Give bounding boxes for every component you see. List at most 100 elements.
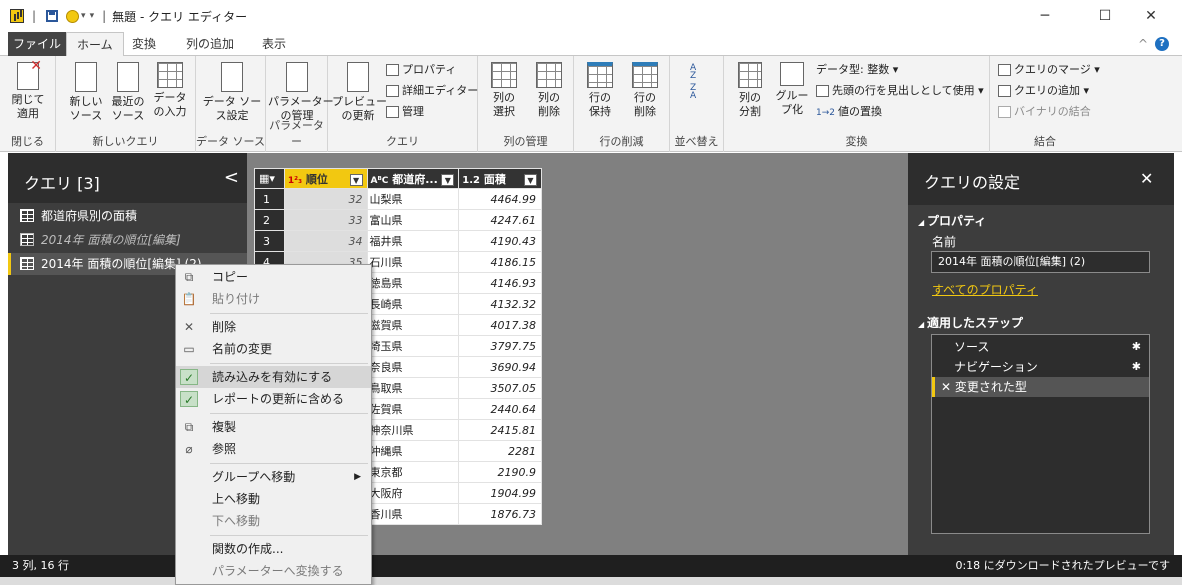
cell-area[interactable]: 4190.43 [458,230,542,252]
cell-rank[interactable]: 32 [283,188,368,210]
cell-prefecture[interactable]: 山梨県 [366,188,460,210]
step-settings-gear-icon[interactable]: ✱ [1132,337,1141,357]
menu-copy[interactable]: ⧉ コピー [176,266,371,288]
menu-create-function[interactable]: 関数の作成... [176,538,371,560]
column-header-area[interactable]: 1.2 面積 ▼ [458,168,542,189]
close-apply-button[interactable]: ✕ 閉じて 適用 [8,59,48,121]
smile-feedback-icon[interactable] [66,9,80,23]
menu-move-down[interactable]: 下へ移動 [176,510,371,532]
applied-steps-section[interactable]: ◢ 適用したステップ [918,314,1023,331]
cell-area[interactable]: 4186.15 [458,251,542,273]
choose-columns-button[interactable]: 列の 選択 [484,62,524,119]
tab-add-column[interactable]: 列の追加 [176,32,244,56]
cell-area[interactable]: 3690.94 [458,356,542,378]
column-header-rank[interactable]: 1²₃ 順位 ▼ [283,168,368,189]
cell-area[interactable]: 1876.73 [458,503,542,525]
qa-dropdown-icon[interactable]: ▾ [81,11,86,21]
tab-view[interactable]: 表示 [252,32,296,56]
cell-prefecture[interactable]: 佐賀県 [366,398,460,420]
cell-prefecture[interactable]: 香川県 [366,503,460,525]
cell-prefecture[interactable]: 神奈川県 [366,419,460,441]
new-source-button[interactable]: 新しい ソース [66,62,106,123]
properties-button[interactable]: プロパティ [386,60,456,80]
table-row[interactable]: 1 32 山梨県 4464.99 [254,188,542,210]
merge-queries-button[interactable]: クエリのマージ ▾ [998,60,1100,80]
cell-area[interactable]: 2190.9 [458,461,542,483]
cell-prefecture[interactable]: 富山県 [366,209,460,231]
menu-delete[interactable]: ✕ 削除 [176,316,371,338]
tab-file[interactable]: ファイル [8,32,66,56]
group-by-button[interactable]: グルー プ化 [772,62,812,117]
cell-area[interactable]: 2415.81 [458,419,542,441]
remove-columns-button[interactable]: 列の 削除 [528,62,570,119]
table-row[interactable]: 3 34 福井県 4190.43 [254,230,542,252]
menu-convert-to-parameter[interactable]: パラメーターへ変換する [176,560,371,582]
query-name-field[interactable]: 2014年 面積の順位[編集] (2) [931,251,1150,273]
cell-prefecture[interactable]: 東京都 [366,461,460,483]
menu-duplicate[interactable]: ⧉ 複製 [176,416,371,438]
data-type-dropdown[interactable]: データ型: 整数 ▾ [816,60,898,80]
cell-prefecture[interactable]: 鳥取県 [366,377,460,399]
maximize-button[interactable]: ☐ [1082,0,1128,32]
advanced-editor-button[interactable]: 詳細エディター [386,81,478,101]
cell-area[interactable]: 4146.93 [458,272,542,294]
properties-section[interactable]: ◢ プロパティ [918,212,986,229]
data-source-settings-button[interactable]: データ ソー ス設定 [202,62,262,123]
append-queries-button[interactable]: クエリの追加 ▾ [998,81,1089,101]
remove-rows-button[interactable]: 行の 削除 [624,62,666,119]
manage-parameters-button[interactable]: パラメーター の管理 [268,62,334,123]
use-first-row-headers-button[interactable]: 先頭の行を見出しとして使用 ▾ [816,81,984,101]
split-column-button[interactable]: 列の 分割 [730,62,770,119]
cell-prefecture[interactable]: 埼玉県 [366,335,460,357]
cell-prefecture[interactable]: 徳島県 [366,272,460,294]
step-settings-gear-icon[interactable]: ✱ [1132,357,1141,377]
help-icon[interactable]: ? [1155,37,1169,51]
combine-binaries-button[interactable]: バイナリの結合 [998,102,1091,122]
customize-qa-icon[interactable]: ▾ [90,11,95,21]
cell-prefecture[interactable]: 福井県 [366,230,460,252]
menu-reference[interactable]: ⌀ 参照 [176,438,371,460]
menu-move-to-group[interactable]: グループへ移動 ▶ [176,466,371,488]
step-item[interactable]: ソース ✱ [932,337,1149,357]
save-icon[interactable] [46,10,59,22]
all-properties-link[interactable]: すべてのプロパティ [932,281,1038,298]
keep-rows-button[interactable]: 行の 保持 [580,62,620,119]
column-filter-icon[interactable]: ▼ [349,173,363,186]
cell-prefecture[interactable]: 滋賀県 [366,314,460,336]
column-filter-icon[interactable]: ▼ [441,173,455,186]
tab-transform[interactable]: 変換 [122,32,166,56]
close-window-button[interactable]: ✕ [1128,0,1174,32]
query-item[interactable]: 都道府県別の面積 [8,205,247,227]
table-options-icon[interactable]: ▦▾ [254,168,285,189]
table-row[interactable]: 2 33 富山県 4247.61 [254,209,542,231]
cell-prefecture[interactable]: 石川県 [366,251,460,273]
cell-area[interactable]: 4132.32 [458,293,542,315]
enter-data-button[interactable]: データ の入力 [150,62,190,119]
row-number[interactable]: 2 [254,209,285,231]
recent-sources-button[interactable]: 最近の ソース [108,62,148,123]
menu-include-refresh[interactable]: ✓ レポートの更新に含める [176,388,371,410]
menu-move-up[interactable]: 上へ移動 [176,488,371,510]
replace-values-button[interactable]: 1→2 値の置換 [816,102,882,122]
cell-area[interactable]: 3797.75 [458,335,542,357]
sort-descending-icon[interactable]: ZA [690,84,704,101]
column-filter-icon[interactable]: ▼ [524,173,537,186]
cell-area[interactable]: 4017.38 [458,314,542,336]
cell-prefecture[interactable]: 大阪府 [366,482,460,504]
row-number[interactable]: 1 [254,188,285,210]
cell-prefecture[interactable]: 奈良県 [366,356,460,378]
menu-paste[interactable]: 📋 貼り付け [176,288,371,310]
cell-area[interactable]: 3507.05 [458,377,542,399]
cell-area[interactable]: 1904.99 [458,482,542,504]
delete-step-icon[interactable]: ✕ [941,380,955,394]
cell-area[interactable]: 2281 [458,440,542,462]
cell-rank[interactable]: 34 [283,230,368,252]
cell-prefecture[interactable]: 沖縄県 [366,440,460,462]
cell-rank[interactable]: 33 [283,209,368,231]
query-item[interactable]: 2014年 面積の順位[編集] [8,229,247,251]
minimize-button[interactable]: ─ [1022,0,1068,32]
menu-enable-load[interactable]: ✓ 読み込みを有効にする [176,366,371,388]
cell-area[interactable]: 2440.64 [458,398,542,420]
column-header-prefecture[interactable]: AᴮC 都道府... ▼ [366,168,460,189]
manage-query-button[interactable]: 管理 [386,102,424,122]
